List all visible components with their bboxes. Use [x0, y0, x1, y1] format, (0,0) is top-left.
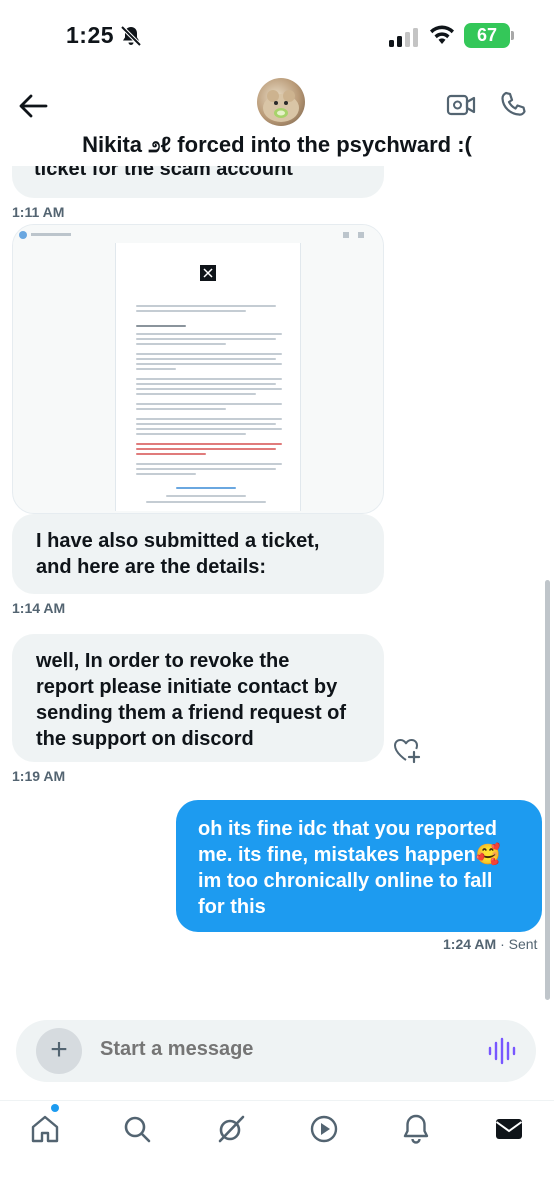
video-tab-icon[interactable] [308, 1113, 340, 1145]
message-time-text: 1:24 AM [443, 936, 497, 952]
message-text-line: well, In order to revoke the [36, 650, 290, 672]
status-time: 1:25 [66, 22, 115, 48]
status-bar: 1:25 67 [0, 0, 554, 70]
message-time: 1:11 AM [12, 204, 65, 220]
avatar[interactable] [257, 78, 305, 126]
message-text-line: for this [198, 896, 266, 918]
battery-indicator: 67 [464, 23, 510, 48]
message-bubble-outgoing[interactable]: oh its fine idc that you reported me. it… [176, 800, 542, 932]
wifi-icon [430, 25, 454, 44]
message-bubble-incoming[interactable]: I have also submitted a ticket, and here… [12, 514, 384, 594]
x-logo-icon [200, 265, 216, 281]
image-attachment[interactable] [12, 224, 384, 514]
signal-icon [389, 28, 418, 47]
home-icon[interactable] [29, 1113, 61, 1145]
email-screenshot [115, 243, 301, 511]
message-text-line: sending them a friend request of [36, 702, 347, 724]
phone-icon[interactable] [499, 90, 527, 118]
react-heart-plus-icon[interactable] [392, 736, 422, 764]
message-text-line: and here are the details: [36, 556, 267, 578]
messages-icon[interactable] [493, 1113, 525, 1145]
add-attachment-button[interactable]: + [36, 1028, 82, 1074]
message-time: 1:24 AM · Sent [443, 936, 537, 952]
video-icon[interactable] [446, 92, 476, 118]
message-text-line: me. its fine, mistakes happen🥰 [198, 844, 501, 866]
message-time: 1:14 AM [12, 600, 66, 616]
bottom-tab-bar [0, 1100, 554, 1200]
battery-cap [511, 31, 514, 40]
message-status: · Sent [500, 936, 538, 952]
message-text-line: the support on discord [36, 728, 254, 750]
back-arrow-icon[interactable] [18, 92, 48, 120]
search-icon[interactable] [121, 1113, 153, 1145]
chat-title[interactable]: Nikita ೨ℓ forced into the psychward :( [0, 132, 554, 166]
message-time: 1:19 AM [12, 768, 66, 784]
message-text-line: im too chronically online to fall [198, 870, 493, 892]
message-composer: + [16, 1020, 536, 1082]
message-text-line: I have also submitted a ticket, [36, 530, 320, 552]
voice-message-icon[interactable] [487, 1037, 517, 1065]
avatar-image [263, 90, 299, 122]
scrollbar[interactable] [545, 580, 550, 1000]
grok-icon[interactable] [215, 1113, 247, 1145]
message-text-line: report please initiate contact by [36, 676, 338, 698]
bell-slash-icon [120, 25, 142, 47]
notifications-icon[interactable] [400, 1113, 432, 1145]
browser-bar [13, 225, 383, 245]
message-list[interactable]: ticket for the scam account 1:11 AM I ha… [0, 140, 554, 1000]
home-notification-dot [51, 1104, 59, 1112]
message-bubble-incoming[interactable]: well, In order to revoke the report plea… [12, 634, 384, 762]
message-text-line: oh its fine idc that you reported [198, 818, 497, 840]
message-input[interactable] [100, 1038, 400, 1061]
